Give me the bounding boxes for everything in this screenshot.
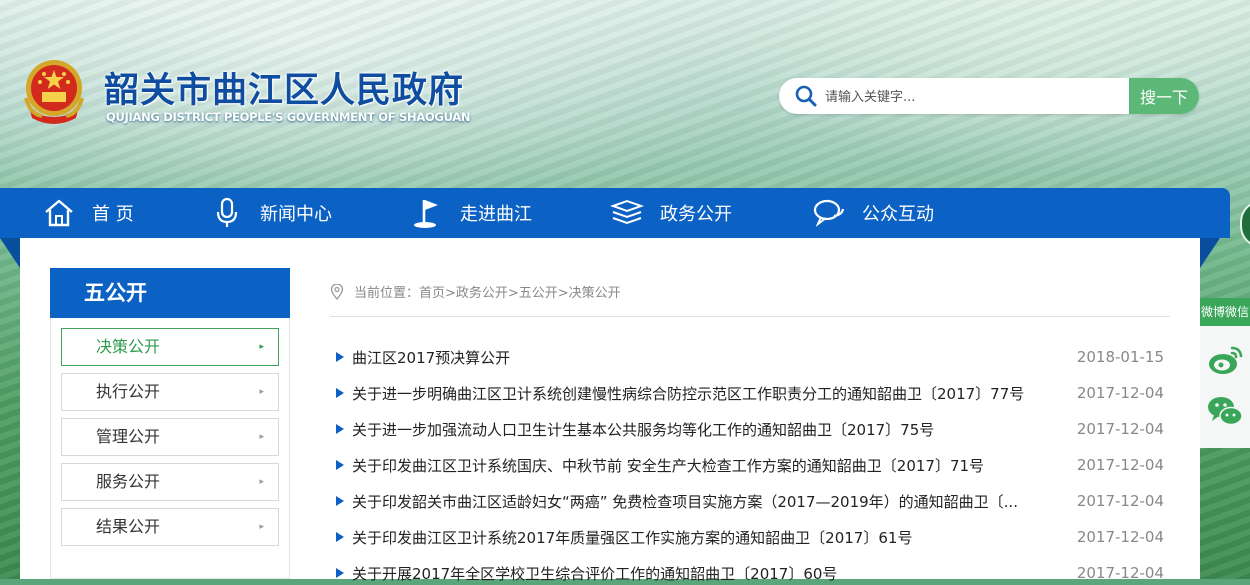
triangle-bullet-icon: [336, 568, 344, 578]
article-title[interactable]: 关于开展2017年全区学校卫生综合评价工作的通知韶曲卫〔2017〕60号: [352, 563, 1072, 584]
nav-label: 新闻中心: [260, 204, 332, 225]
wechat-icon[interactable]: [1206, 392, 1244, 430]
sidebar-item-label: 执行公开: [96, 382, 161, 401]
weibo-icon[interactable]: [1206, 340, 1244, 378]
nav-label: 走进曲江: [460, 204, 532, 225]
nav-item-government-affairs[interactable]: 政务公开: [610, 188, 732, 238]
sidebar-item-label: 结果公开: [96, 517, 161, 536]
nav-label: 公众互动: [862, 204, 934, 225]
list-item[interactable]: 关于开展2017年全区学校卫生综合评价工作的通知韶曲卫〔2017〕60号 201…: [336, 561, 1166, 585]
article-title[interactable]: 关于印发曲江区卫计系统2017年质量强区工作实施方案的通知韶曲卫〔2017〕61…: [352, 527, 1072, 548]
document-stack-icon: [610, 199, 644, 225]
triangle-bullet-icon: [336, 352, 344, 362]
nav-fold-left: [0, 238, 20, 268]
nav-item-public-interaction[interactable]: 公众互动: [812, 188, 934, 238]
microphone-icon: [216, 197, 238, 227]
triangle-bullet-icon: [336, 532, 344, 542]
breadcrumb-text: 当前位置：首页>政务公开>五公开>决策公开: [354, 286, 621, 301]
article-date: 2017-12-04: [1076, 564, 1164, 582]
breadcrumb: 当前位置：首页>政务公开>五公开>决策公开: [330, 282, 621, 301]
list-item[interactable]: 关于印发曲江区卫计系统国庆、中秋节前 安全生产大检查工作方案的通知韶曲卫〔201…: [336, 453, 1166, 477]
search-button[interactable]: 搜一下: [1129, 78, 1199, 114]
article-title[interactable]: 关于印发曲江区卫计系统国庆、中秋节前 安全生产大检查工作方案的通知韶曲卫〔201…: [352, 455, 1072, 476]
search-input[interactable]: [823, 78, 1127, 114]
article-title[interactable]: 关于进一步加强流动人口卫生计生基本公共服务均等化工作的通知韶曲卫〔2017〕75…: [352, 419, 1072, 440]
sidebar-item-execution[interactable]: 执行公开 ▸: [61, 373, 279, 411]
sidebar-item-label: 服务公开: [96, 472, 161, 491]
article-title[interactable]: 关于印发韶关市曲江区适龄妇女“两癌” 免费检查项目实施方案（2017—2019年…: [352, 491, 1072, 512]
search-icon: [795, 85, 817, 107]
article-date: 2018-01-15: [1076, 348, 1164, 366]
nav-fold-right: [1200, 238, 1220, 268]
chevron-right-icon: ▸: [259, 432, 264, 442]
list-item[interactable]: 关于进一步加强流动人口卫生计生基本公共服务均等化工作的通知韶曲卫〔2017〕75…: [336, 417, 1166, 441]
sidebar-title: 五公开: [50, 268, 290, 318]
search-bar: 搜一下: [779, 78, 1199, 114]
nav-item-about-qujiang[interactable]: 走进曲江: [410, 188, 532, 238]
list-item[interactable]: 关于进一步明确曲江区卫计系统创建慢性病综合防控示范区工作职责分工的通知韶曲卫〔2…: [336, 381, 1166, 405]
list-item[interactable]: 关于印发曲江区卫计系统2017年质量强区工作实施方案的通知韶曲卫〔2017〕61…: [336, 525, 1166, 549]
triangle-bullet-icon: [336, 460, 344, 470]
sidebar-menu: 决策公开 ▸ 执行公开 ▸ 管理公开 ▸ 服务公开 ▸ 结果公开 ▸: [50, 318, 290, 579]
article-date: 2017-12-04: [1076, 528, 1164, 546]
sidebar-item-label: 决策公开: [96, 337, 161, 356]
list-item[interactable]: 曲江区2017预决算公开 2018-01-15: [336, 345, 1166, 369]
chevron-right-icon: ▸: [259, 477, 264, 487]
sidebar-item-management[interactable]: 管理公开 ▸: [61, 418, 279, 456]
location-pin-icon: [330, 283, 344, 300]
nav-label: 首 页: [92, 204, 134, 225]
triangle-bullet-icon: [336, 424, 344, 434]
site-title: 韶关市曲江区人民政府: [104, 71, 465, 111]
social-panel-header: 微博微信: [1200, 298, 1250, 326]
triangle-bullet-icon: [336, 388, 344, 398]
chat-bubbles-icon: [813, 199, 845, 228]
national-emblem-icon: [24, 60, 84, 124]
article-title[interactable]: 关于进一步明确曲江区卫计系统创建慢性病综合防控示范区工作职责分工的通知韶曲卫〔2…: [352, 383, 1072, 404]
chevron-right-icon: ▸: [259, 522, 264, 532]
chevron-right-icon: ▸: [259, 342, 264, 352]
main-nav: 首 页 新闻中心 走进曲江 政务公开 公众互动: [0, 188, 1230, 238]
article-date: 2017-12-04: [1076, 384, 1164, 402]
article-date: 2017-12-04: [1076, 420, 1164, 438]
flag-icon: [414, 200, 438, 228]
social-float-panel: 微博微信: [1200, 298, 1250, 448]
sidebar-item-decision[interactable]: 决策公开 ▸: [61, 328, 279, 366]
article-date: 2017-12-04: [1076, 492, 1164, 510]
sidebar-item-service[interactable]: 服务公开 ▸: [61, 463, 279, 501]
nav-label: 政务公开: [660, 204, 732, 225]
sidebar-item-result[interactable]: 结果公开 ▸: [61, 508, 279, 546]
triangle-bullet-icon: [336, 496, 344, 506]
site-subtitle: QUJIANG DISTRICT PEOPLE'S GOVERNMENT OF …: [106, 110, 471, 124]
nav-item-news[interactable]: 新闻中心: [210, 188, 332, 238]
home-icon: [45, 199, 73, 227]
article-date: 2017-12-04: [1076, 456, 1164, 474]
sidebar-item-label: 管理公开: [96, 427, 161, 446]
nav-item-home[interactable]: 首 页: [42, 188, 134, 238]
list-item[interactable]: 关于印发韶关市曲江区适龄妇女“两癌” 免费检查项目实施方案（2017—2019年…: [336, 489, 1166, 513]
article-title[interactable]: 曲江区2017预决算公开: [352, 347, 1072, 368]
chevron-right-icon: ▸: [259, 387, 264, 397]
divider: [330, 316, 1170, 317]
